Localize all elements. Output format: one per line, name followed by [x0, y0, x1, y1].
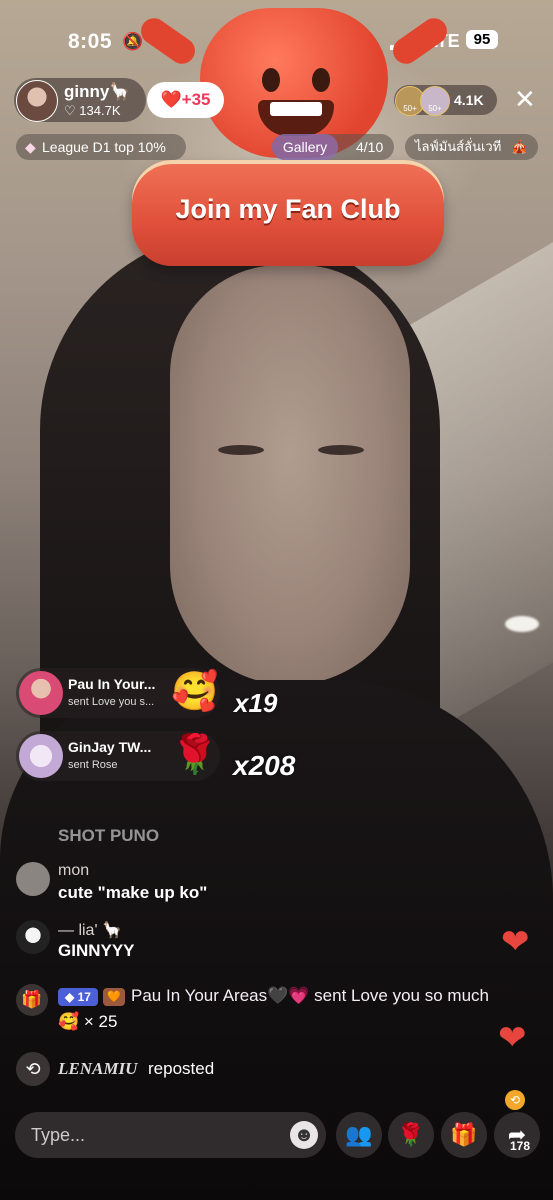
- circus-tent-icon: 🎪: [511, 139, 528, 154]
- explore-live-chip[interactable]: ไลฟ์มันส์ลั่นเวที 🎪: [405, 134, 538, 160]
- chat-message[interactable]: mon cute "make up ko": [16, 862, 316, 908]
- gift-box-icon: 🎁: [16, 984, 48, 1016]
- follow-button[interactable]: ❤️+35: [147, 82, 224, 118]
- fan-club-label: Join my Fan Club: [175, 194, 401, 224]
- chat-message[interactable]: — lia' 🦙 GINNYYY: [16, 920, 316, 966]
- gallery-count: 4/10: [356, 139, 384, 155]
- viewer-count[interactable]: 4.1K: [454, 92, 484, 108]
- follow-count: +35: [181, 90, 211, 109]
- gift-chat-count-line: 🥰 × 25: [58, 1012, 117, 1032]
- host-avatar[interactable]: [16, 80, 58, 122]
- emoji-icon[interactable]: ☻: [290, 1121, 318, 1149]
- user-level: 17: [77, 990, 91, 1004]
- battery-indicator: 95: [466, 30, 498, 49]
- rose-button[interactable]: 🌹: [388, 1112, 434, 1158]
- repost-icon: ⟲: [16, 1052, 50, 1086]
- silent-bell-icon: 🔕: [122, 32, 144, 51]
- gift-chat-text: Pau In Your Areas🖤💗 sent Love you so muc…: [131, 986, 489, 1005]
- status-time: 8:05: [68, 30, 113, 53]
- host-name: ginny🦙: [64, 82, 131, 101]
- comment-input[interactable]: Type... ☻: [15, 1112, 326, 1158]
- heart-icon: ❤️: [160, 90, 182, 109]
- love-you-gift-icon: 🥰: [171, 671, 219, 713]
- gift-icon: 🎁: [450, 1122, 478, 1147]
- chat-text: cute "make up ko": [58, 883, 208, 902]
- gallery-chip[interactable]: Gallery 4/10: [272, 134, 394, 160]
- bottom-bar: Type... ☻ 👥 🌹 🎁 ➦: [0, 1112, 553, 1162]
- repost-username[interactable]: LENAMIU: [58, 1059, 137, 1079]
- fan-badge-icon: 🧡: [103, 988, 125, 1006]
- rose-icon: 🌹: [397, 1122, 425, 1147]
- gift-action: sent Love you s...: [68, 696, 155, 708]
- gift-combo-count: x208: [233, 750, 296, 781]
- gift-chat-count: × 25: [83, 1012, 118, 1031]
- love-you-gift-icon: 🥰: [58, 1012, 80, 1031]
- multi-guest-button[interactable]: 👥: [336, 1112, 382, 1158]
- gallery-label: Gallery: [272, 134, 338, 160]
- host-likes: ♡ 134.7K: [64, 103, 120, 119]
- gift-notification[interactable]: Pau In Your... sent Love you s... 🥰: [16, 668, 220, 718]
- floating-heart-icon: ❤: [498, 1019, 527, 1057]
- comment-placeholder: Type...: [31, 1125, 86, 1145]
- user-level-badge: ◆ 17: [58, 988, 98, 1006]
- rose-gift-icon: 🌹: [171, 734, 219, 776]
- gift-action: sent Rose: [68, 759, 118, 771]
- host-profile[interactable]: ginny🦙 ♡ 134.7K: [14, 78, 146, 122]
- floating-heart-icon: ❤: [501, 923, 530, 961]
- league-label: League D1 top 10%: [42, 139, 166, 155]
- gift-button[interactable]: 🎁: [441, 1112, 487, 1158]
- diamond-icon: ◆: [25, 139, 36, 155]
- faded-chat-message: SHOT PUNO: [58, 826, 160, 845]
- chat-user-avatar[interactable]: [16, 920, 50, 954]
- explore-label: ไลฟ์มันส์ลั่นเวที: [415, 139, 502, 154]
- gifter-name: GinJay TW...: [68, 739, 152, 755]
- gifter-name: Pau In Your...: [68, 676, 156, 692]
- level-diamond-icon: ◆: [65, 990, 78, 1004]
- chat-user-avatar[interactable]: [16, 862, 50, 896]
- repost-action: reposted: [148, 1059, 215, 1078]
- league-chip[interactable]: ◆ League D1 top 10%: [16, 134, 186, 160]
- gift-notification[interactable]: GinJay TW... sent Rose 🌹: [16, 731, 220, 781]
- join-fan-club-button[interactable]: Join my Fan Club: [132, 160, 444, 266]
- host-likes-count: 134.7K: [79, 103, 121, 118]
- people-icon: 👥: [345, 1122, 373, 1147]
- gifter-avatar[interactable]: [19, 671, 63, 715]
- gifter-avatar[interactable]: [19, 734, 63, 778]
- gift-combo-count: x19: [234, 688, 278, 718]
- repost-notification[interactable]: ⟲ LENAMIU reposted: [16, 1052, 316, 1086]
- repost-notification-icon: ⟲: [505, 1090, 525, 1110]
- share-count: 178: [510, 1139, 531, 1153]
- close-icon[interactable]: ✕: [514, 86, 536, 112]
- heart-outline-icon: ♡: [64, 103, 76, 118]
- top-gifters[interactable]: 50+ 50+ 4.1K: [394, 85, 497, 116]
- gift-chat-message[interactable]: 🎁 ◆ 17 🧡 Pau In Your Areas🖤💗 sent Love y…: [16, 984, 516, 1044]
- chat-text: GINNYYY: [58, 941, 135, 960]
- top-gifter-avatar[interactable]: 50+: [420, 86, 450, 116]
- chat-username[interactable]: — lia' 🦙: [58, 920, 122, 940]
- chat-username[interactable]: mon: [58, 862, 89, 880]
